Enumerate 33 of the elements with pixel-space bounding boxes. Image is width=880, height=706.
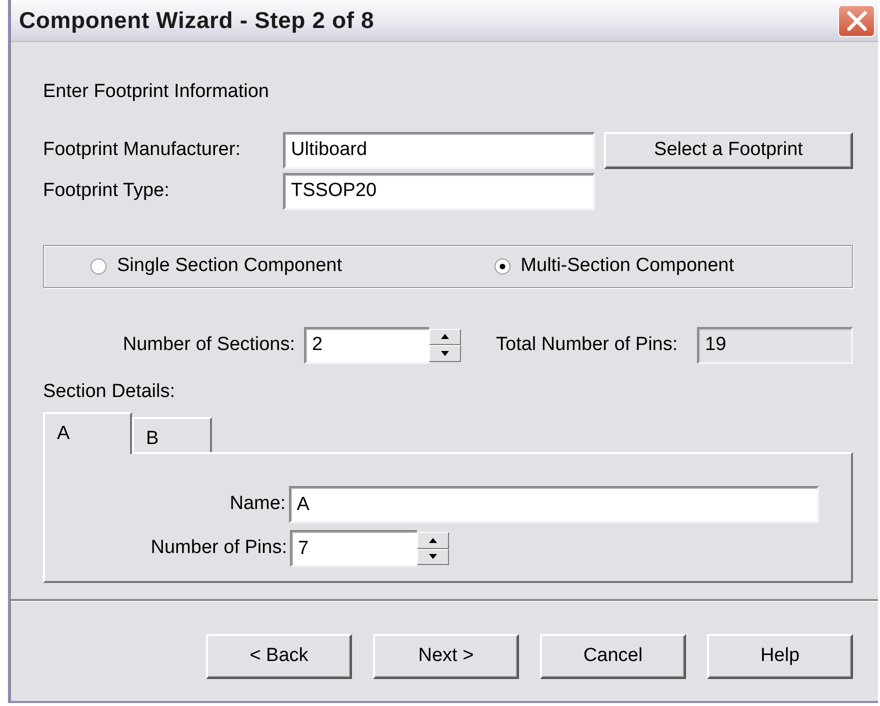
field-label: Number of Sections: bbox=[122, 332, 295, 357]
close-icon bbox=[846, 10, 868, 32]
radio-option[interactable]: Single Section Component bbox=[90, 252, 342, 280]
triangle-up-icon bbox=[429, 538, 437, 543]
section-heading: Enter Footprint Information bbox=[43, 80, 270, 104]
triangle-down-icon bbox=[441, 350, 449, 356]
wizard-button[interactable]: < Back bbox=[206, 634, 352, 679]
field-label: Footprint Type: bbox=[43, 178, 170, 203]
radio-option[interactable]: Multi-Section Component bbox=[494, 252, 734, 280]
number-of-pins-field[interactable]: 7 bbox=[290, 530, 417, 567]
window-title: Component Wizard - Step 2 of 8 bbox=[19, 6, 374, 36]
number-of-sections-field[interactable]: 2 bbox=[304, 326, 429, 364]
spin-up-button[interactable] bbox=[417, 532, 449, 548]
section-details-label: Section Details: bbox=[43, 380, 176, 404]
select-footprint-button[interactable]: Select a Footprint bbox=[604, 132, 853, 168]
field-label: Name: bbox=[228, 492, 286, 516]
spin-down-button[interactable] bbox=[417, 548, 449, 565]
triangle-down-icon bbox=[429, 554, 437, 560]
tab[interactable]: B bbox=[132, 417, 212, 452]
wizard-button[interactable]: Cancel bbox=[540, 634, 686, 679]
spin-down-button[interactable] bbox=[429, 345, 461, 362]
field-label: Total Number of Pins: bbox=[496, 332, 678, 357]
text-field[interactable]: Ultiboard bbox=[283, 132, 595, 168]
field-label: Number of Pins: bbox=[150, 536, 287, 560]
field-label: Footprint Manufacturer: bbox=[43, 138, 242, 162]
wizard-button[interactable]: Next > bbox=[373, 634, 519, 679]
triangle-up-icon bbox=[441, 334, 449, 340]
spin-up-button[interactable] bbox=[429, 328, 461, 345]
text-field[interactable]: TSSOP20 bbox=[283, 172, 595, 210]
close-button[interactable] bbox=[838, 4, 875, 36]
wizard-button[interactable]: Help bbox=[707, 634, 853, 679]
tab[interactable]: A bbox=[43, 412, 132, 454]
name-field[interactable]: A bbox=[288, 486, 819, 523]
